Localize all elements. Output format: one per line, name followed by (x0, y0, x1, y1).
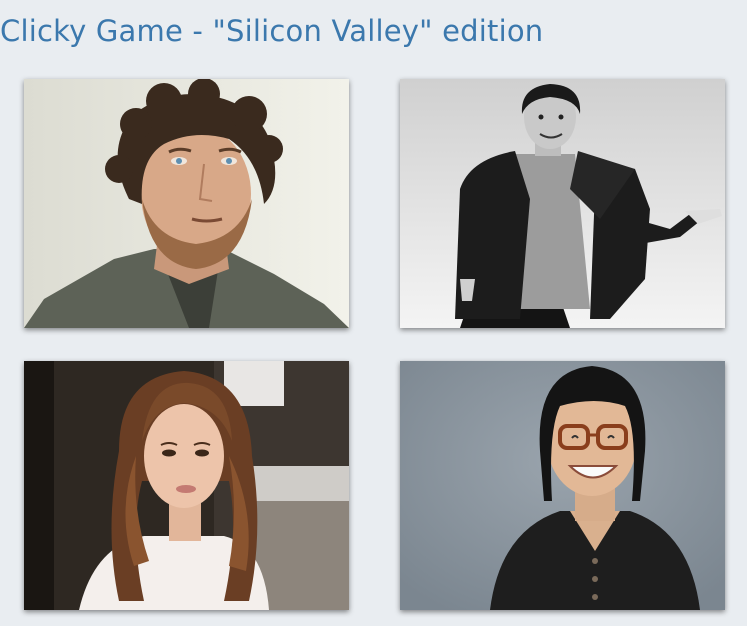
character-card-4[interactable] (400, 361, 725, 610)
character-photo-2 (400, 79, 725, 328)
character-photo-3 (24, 361, 349, 610)
character-card-1[interactable] (24, 79, 349, 328)
game-page: Clicky Game - "Silicon Valley" edition (0, 0, 747, 626)
page-title: Clicky Game - "Silicon Valley" edition (0, 14, 544, 48)
character-photo-1 (24, 79, 349, 328)
character-card-3[interactable] (24, 361, 349, 610)
character-photo-4 (400, 361, 725, 610)
character-card-2[interactable] (400, 79, 725, 328)
